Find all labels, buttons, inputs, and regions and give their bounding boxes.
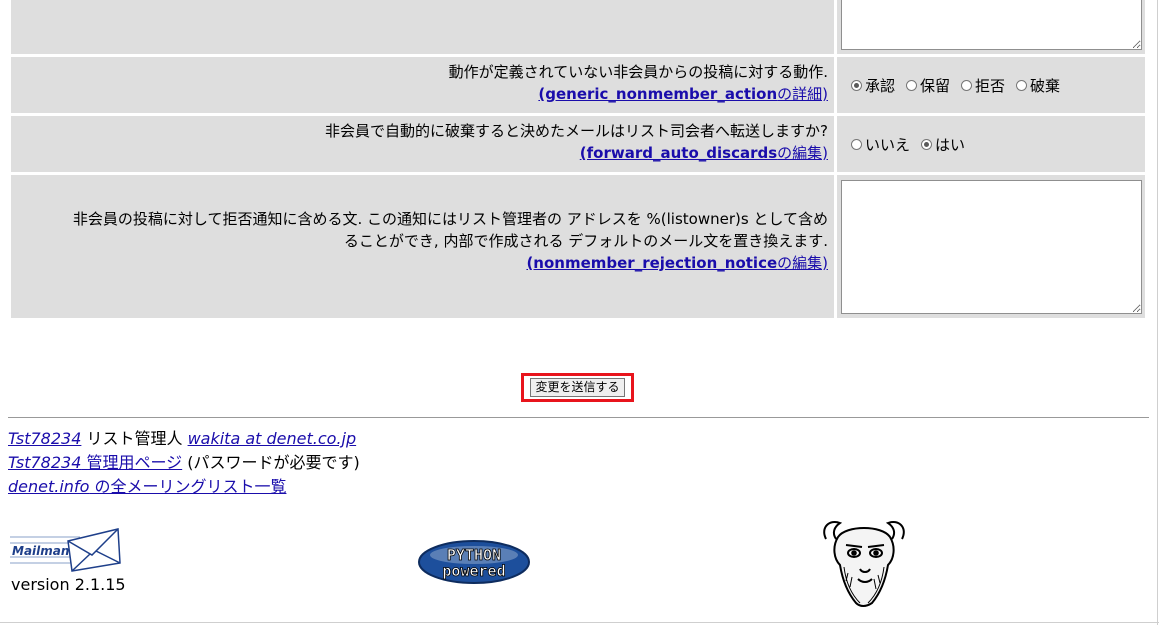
radio-button[interactable] (906, 80, 918, 91)
footer: Tst78234 リスト管理人 wakita at denet.co.jp Ts… (8, 427, 360, 499)
owner-email-link[interactable]: wakita at denet.co.jp (188, 429, 357, 448)
submit-changes-button[interactable]: 変更を送信する (530, 378, 625, 397)
radio-yes[interactable]: はい (921, 134, 965, 155)
prev-row-desc-cell (11, 0, 834, 54)
prev-row-textarea[interactable] (841, 0, 1142, 50)
footer-all-lists-line: denet.info の全メーリングリスト一覧 (8, 475, 360, 499)
submit-highlight: 変更を送信する (521, 373, 634, 402)
version-text: version 2.1.15 (11, 575, 126, 594)
radio-hold[interactable]: 保留 (906, 75, 950, 96)
footer-owner-line: Tst78234 リスト管理人 wakita at denet.co.jp (8, 429, 357, 448)
radio-button[interactable] (1016, 80, 1028, 91)
radio-button[interactable] (851, 139, 862, 150)
forward-auto-discards-radios: いいえ はい (851, 134, 976, 155)
radio-reject[interactable]: 拒否 (961, 75, 1005, 96)
radio-discard[interactable]: 破棄 (1016, 75, 1060, 96)
nonmember-rejection-notice-desc: 非会員の投稿に対して拒否通知に含める文. この通知にはリスト管理者の アドレスを… (11, 175, 834, 318)
setting-description: 動作が定義されていない非会員からの投稿に対する動作. (448, 63, 828, 81)
nonmember-rejection-notice-textarea[interactable] (841, 180, 1142, 314)
list-info-link[interactable]: Tst78234 (8, 429, 81, 448)
admin-page-link[interactable]: Tst78234 管理用ページ (8, 453, 182, 472)
generic-nonmember-action-radios: 承認 保留 拒否 破棄 (851, 75, 1071, 96)
python-powered-logo[interactable]: PYTHON powered (418, 539, 531, 585)
powered-logo-text: powered (442, 562, 505, 580)
page-frame-bottom (0, 622, 1159, 623)
radio-button-checked[interactable] (851, 80, 862, 91)
radio-button-checked[interactable] (921, 139, 933, 150)
setting-description: ることができ, 内部で作成される デフォルトのメール文を置き換えます. (343, 232, 828, 250)
generic-nonmember-action-link[interactable]: (generic_nonmember_actionの詳細) (538, 85, 828, 103)
mailman-logo-text: Mailman (12, 544, 69, 558)
gnu-head-logo[interactable] (816, 517, 912, 609)
footer-divider (8, 417, 1149, 418)
envelope-icon[interactable]: Mailman (10, 527, 122, 573)
forward-auto-discards-link[interactable]: (forward_auto_discardsの編集) (580, 144, 828, 162)
forward-auto-discards-desc: 非会員で自動的に破棄すると決めたメールはリスト司会者へ転送しますか? (forw… (11, 116, 834, 172)
radio-no[interactable]: いいえ (851, 134, 910, 155)
generic-nonmember-action-desc: 動作が定義されていない非会員からの投稿に対する動作. (generic_nonm… (11, 57, 834, 113)
all-lists-link[interactable]: denet.info の全メーリングリスト一覧 (8, 477, 286, 496)
setting-description: 非会員の投稿に対して拒否通知に含める文. この通知にはリスト管理者の アドレスを… (72, 210, 828, 228)
radio-accept[interactable]: 承認 (851, 75, 895, 96)
radio-button[interactable] (961, 80, 973, 91)
nonmember-rejection-notice-link[interactable]: (nonmember_rejection_noticeの編集) (526, 254, 828, 272)
footer-admin-line: Tst78234 管理用ページ (パスワードが必要です) (8, 453, 360, 472)
setting-description: 非会員で自動的に破棄すると決めたメールはリスト司会者へ転送しますか? (325, 122, 828, 140)
page-frame-right (1157, 0, 1158, 625)
